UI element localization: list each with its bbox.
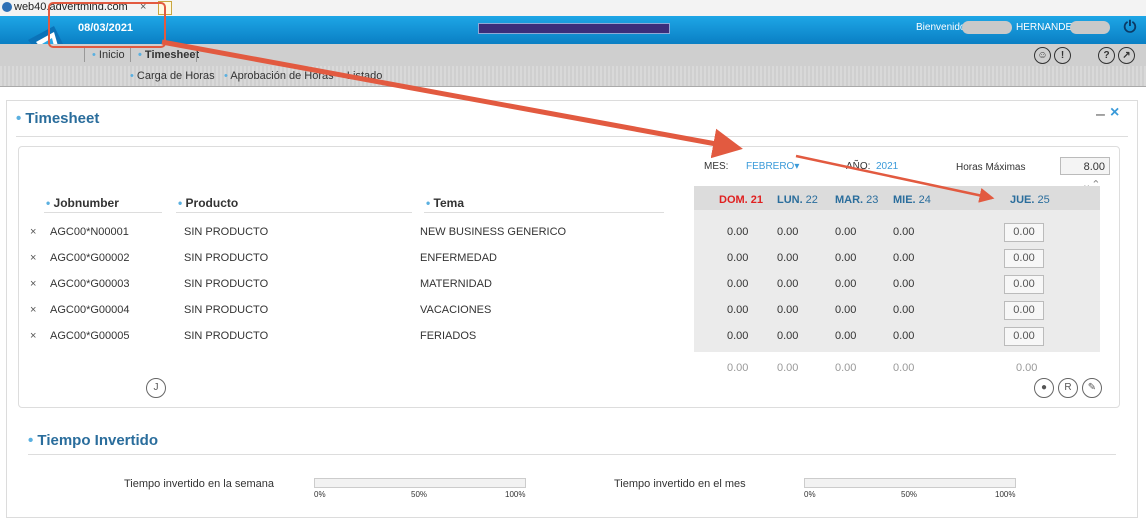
annotation-arrows — [161, 39, 995, 203]
arrow-to-day — [795, 154, 995, 203]
arrow-to-month — [161, 39, 743, 159]
